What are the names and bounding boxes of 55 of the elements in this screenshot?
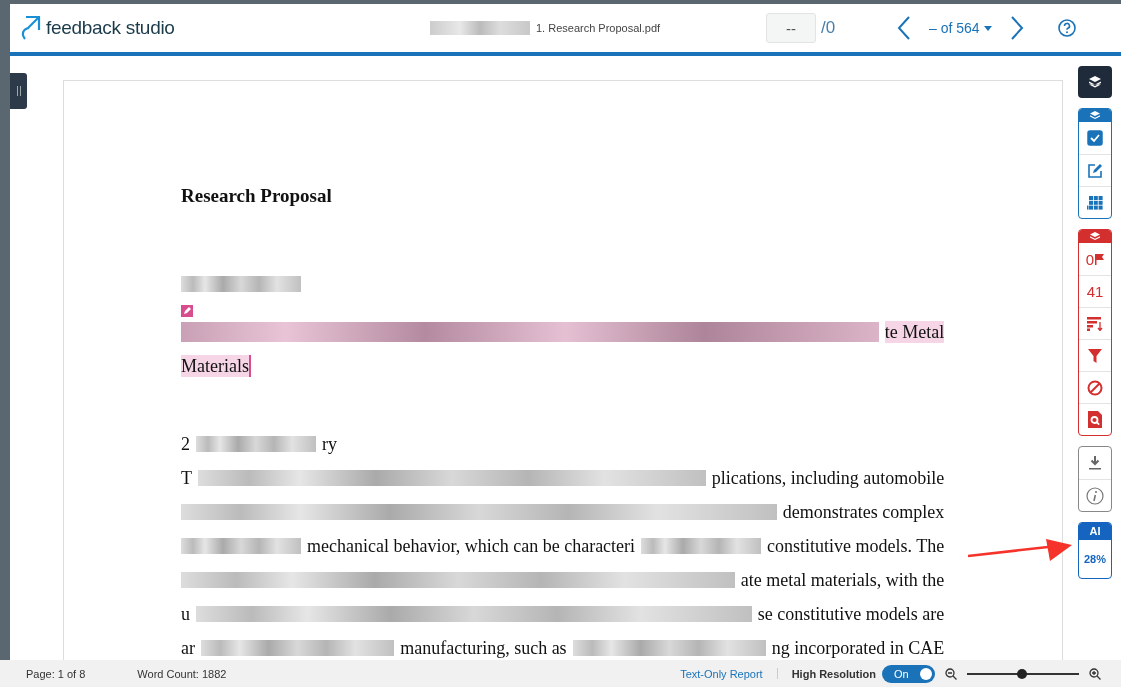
sort-icon: [1087, 316, 1103, 331]
document-text: Materials: [181, 355, 249, 377]
document-text: 2: [181, 433, 190, 455]
document-text: mechanical behavior, which can be characteri: [307, 535, 636, 557]
document-text: u: [181, 603, 190, 625]
document-text: ng incorporated in CAE: [771, 637, 945, 659]
document-text: te Metal: [884, 321, 945, 343]
download-icon: [1089, 456, 1101, 470]
document-title: Research Proposal: [181, 185, 333, 207]
zoom-out-icon[interactable]: [945, 667, 957, 680]
grid-icon: [1087, 195, 1103, 210]
file-name: 1. Research Proposal.pdf: [536, 22, 661, 34]
document-text: demonstrates complex: [782, 501, 945, 523]
paper-position-dropdown[interactable]: – of 564: [917, 20, 1004, 36]
info-icon: [1086, 486, 1104, 505]
text-cursor-icon: [249, 355, 251, 377]
flag-count-button[interactable]: 0: [1079, 243, 1111, 275]
score-button[interactable]: 41: [1079, 275, 1111, 307]
document-text: T: [181, 467, 192, 489]
app-logo: feedback studio: [46, 17, 175, 39]
layers-icon: [1090, 111, 1100, 120]
help-icon[interactable]: [1057, 19, 1076, 37]
document-text: manufacturing, such as: [400, 637, 567, 659]
prohibited-icon: [1087, 379, 1103, 396]
zoom-slider[interactable]: [967, 667, 1079, 680]
document-search-icon: [1088, 411, 1102, 428]
document-text: ry: [322, 433, 337, 455]
text-only-report-link[interactable]: Text-Only Report: [680, 667, 763, 680]
sidebar-handle[interactable]: [10, 73, 27, 109]
document-text: se constitutive models are: [757, 603, 945, 625]
logo-icon: [20, 15, 42, 41]
previous-icon[interactable]: [897, 15, 911, 41]
high-resolution-label: High Resolution: [791, 667, 876, 680]
flag-icon: [1095, 253, 1105, 265]
layers-icon: [1088, 75, 1102, 89]
document-text: plications, including automobile: [711, 467, 945, 489]
score-button[interactable]: 28%: [1079, 540, 1111, 578]
page-total: /0: [821, 18, 837, 38]
comment-marker-icon[interactable]: [181, 305, 193, 317]
layers-button[interactable]: [1078, 66, 1112, 98]
caret-icon: [983, 25, 992, 31]
word-count: Word Count: 1882: [137, 667, 227, 680]
edit-icon: [1087, 162, 1103, 179]
document-text: ate metal materials, with the: [740, 569, 945, 591]
layers-icon: [1090, 232, 1100, 241]
ai-label: AI: [1079, 523, 1111, 540]
checkbox-icon: [1087, 130, 1103, 146]
document-text: ar: [181, 637, 195, 659]
page-input[interactable]: --: [766, 13, 816, 43]
page-count: Page: 1 of 8: [26, 667, 86, 680]
document-text: constitutive models. The: [767, 535, 945, 557]
next-icon[interactable]: [1009, 15, 1024, 41]
zoom-in-icon[interactable]: [1089, 667, 1101, 680]
high-resolution-toggle[interactable]: On: [882, 664, 935, 683]
filter-icon: [1088, 348, 1102, 363]
